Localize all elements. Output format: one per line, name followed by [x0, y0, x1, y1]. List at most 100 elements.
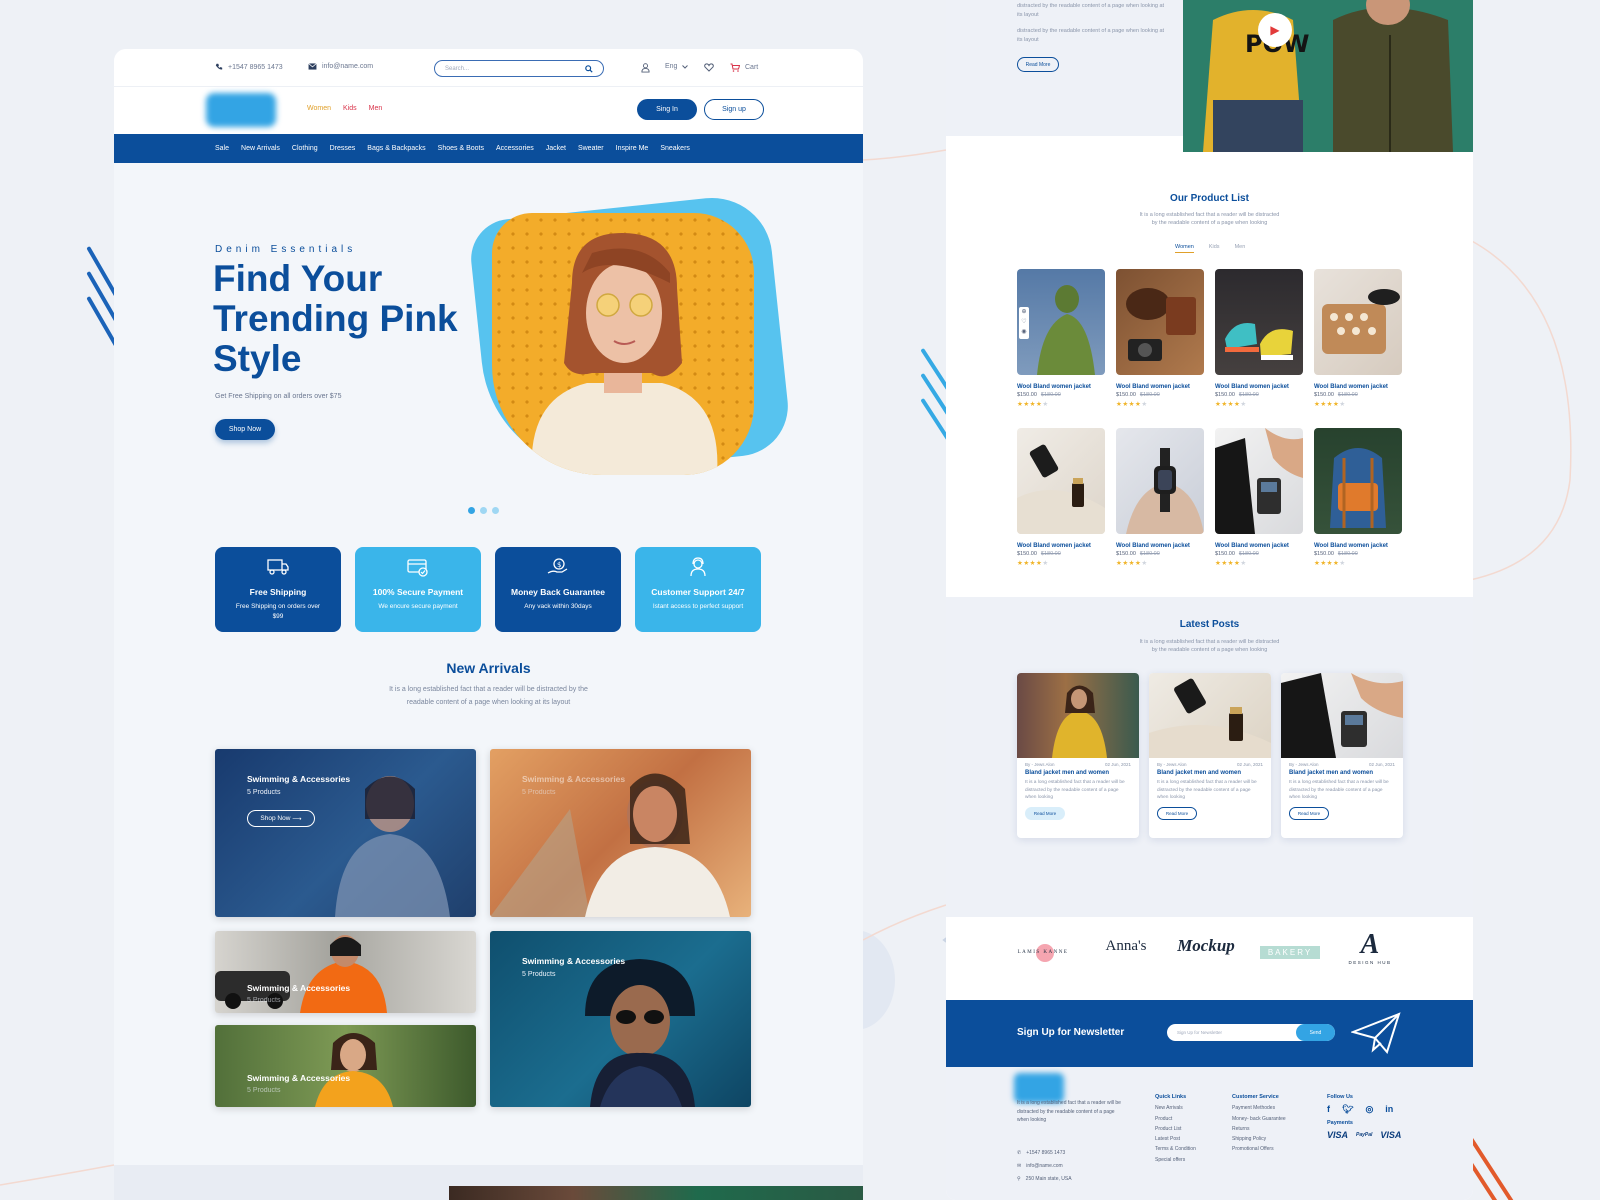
nav-item-jacket[interactable]: Jacket	[546, 145, 566, 152]
brand-logo[interactable]: BAKERY	[1260, 946, 1320, 959]
footer-follow: Follow Us f 🐦︎ ◎ in Payments VISA PayPal…	[1327, 1092, 1401, 1140]
product-card[interactable]: Wool Bland women jacket $150.00 $180.00 ★…	[1116, 428, 1204, 567]
location-icon: ⚲	[1017, 1176, 1021, 1182]
brand-logo[interactable]	[206, 93, 276, 127]
email-contact[interactable]: info@name.com	[308, 63, 373, 70]
brand-logo[interactable]: Mockup	[1173, 936, 1239, 956]
user-icon	[641, 63, 650, 73]
post-read-more-button[interactable]: Read More	[1157, 806, 1197, 820]
footer-link[interactable]: Latest Post	[1155, 1134, 1196, 1144]
post-title[interactable]: Bland jacket men and women	[1017, 767, 1139, 776]
nav-item-shoes[interactable]: Shoes & Boots	[438, 145, 484, 152]
tile-label: Swimming & Accessories	[522, 956, 626, 966]
product-card[interactable]: ⊕ ♡ ◉ Wool Bland women jacket $150.00 $180.…	[1017, 269, 1105, 408]
footer-link[interactable]: Terms & Condition	[1155, 1144, 1196, 1154]
product-card[interactable]: Wool Bland women jacket $150.00 $180.00 ★…	[1215, 269, 1303, 408]
footer-quick-links: Quick Links New Arrivals Product Product…	[1155, 1092, 1196, 1165]
post-read-more-button[interactable]: Read More	[1289, 806, 1329, 820]
post-read-more-button[interactable]: Read More	[1025, 806, 1065, 820]
search-icon[interactable]	[585, 64, 593, 73]
footer-link[interactable]: Product	[1155, 1114, 1196, 1124]
main-navigation: Sale New Arrivals Clothing Dresses Bags …	[114, 134, 863, 163]
phone-icon: ✆	[1017, 1150, 1022, 1156]
category-kids[interactable]: Kids	[343, 105, 357, 112]
footer-link[interactable]: Money- back Guarantee	[1232, 1114, 1286, 1124]
twitter-icon[interactable]: 🐦︎	[1342, 1104, 1353, 1114]
post-title[interactable]: Bland jacket men and women	[1149, 767, 1271, 776]
nav-item-accessories[interactable]: Accessories	[496, 145, 534, 152]
footer-link[interactable]: Payment Methodes	[1232, 1103, 1286, 1113]
product-tabs: Women Kids Men	[1175, 244, 1245, 253]
post-card[interactable]: By - Jews Alon 02 Jun, 2021 Bland jacket …	[1281, 673, 1403, 838]
video-thumbnail[interactable]: POW	[1183, 0, 1473, 152]
post-meta: By - Jews Alon 02 Jun, 2021	[1149, 758, 1271, 767]
cart-button[interactable]: Cart	[730, 63, 758, 72]
signup-button[interactable]: Sign up	[704, 99, 764, 120]
tile-shop-button[interactable]: Shop Now ⟶	[247, 810, 315, 827]
nav-item-sneakers[interactable]: Sneakers	[660, 145, 690, 152]
search-placeholder: Search...	[445, 65, 470, 72]
nav-item-sale[interactable]: Sale	[215, 145, 229, 152]
arrival-tile[interactable]: Swimming & Accessories 5 Products	[215, 1025, 476, 1107]
product-card[interactable]: Wool Bland women jacket $150.00 $180.00 ★…	[1314, 269, 1402, 408]
phone-contact[interactable]: +1547 8965 1473	[215, 63, 283, 71]
arrival-tile[interactable]: Swimming & Accessories 5 Products	[490, 749, 751, 917]
facebook-icon[interactable]: f	[1327, 1104, 1330, 1114]
latest-posts-text: It is a long established fact that a rea…	[1139, 639, 1280, 645]
read-more-button[interactable]: Read More	[1017, 57, 1059, 72]
footer-link[interactable]: Special offers	[1155, 1155, 1196, 1165]
arrival-tile[interactable]: Swimming & Accessories 5 Products	[215, 931, 476, 1013]
brand-logo[interactable]: LAMIS KANNE	[1014, 944, 1072, 962]
language-select[interactable]: Eng	[665, 63, 689, 70]
carousel-dot-2[interactable]	[480, 507, 487, 514]
arrival-tile[interactable]: Swimming & Accessories 5 Products	[490, 931, 751, 1107]
brand-logo[interactable]: Anna's	[1096, 938, 1156, 955]
play-icon[interactable]: ▶	[1258, 13, 1292, 47]
carousel-dot-1[interactable]	[468, 507, 475, 514]
product-card[interactable]: Wool Bland women jacket $150.00 $180.00 ★…	[1314, 428, 1402, 567]
category-men[interactable]: Men	[369, 105, 383, 112]
nav-item-dresses[interactable]: Dresses	[330, 145, 356, 152]
shop-now-button[interactable]: Shop Now	[215, 419, 275, 440]
signin-button[interactable]: Sing In	[637, 99, 697, 120]
linkedin-icon[interactable]: in	[1385, 1104, 1393, 1114]
tile-shop-label: Shop Now	[260, 815, 291, 822]
post-title[interactable]: Bland jacket men and women	[1281, 767, 1403, 776]
nav-item-sweater[interactable]: Sweater	[578, 145, 604, 152]
footer-link[interactable]: Promotional Offers	[1232, 1144, 1286, 1154]
product-rating: ★★★★★	[1215, 560, 1247, 567]
search-input[interactable]: Search...	[434, 60, 604, 77]
nav-item-clothing[interactable]: Clothing	[292, 145, 318, 152]
product-card[interactable]: Wool Bland women jacket $150.00 $180.00 ★…	[1215, 428, 1303, 567]
tab-men[interactable]: Men	[1235, 244, 1246, 253]
visa-logo: VISA	[1380, 1129, 1402, 1140]
category-women[interactable]: Women	[307, 105, 331, 112]
wishlist-button[interactable]	[704, 63, 714, 72]
heart-icon[interactable]: ♡	[1021, 319, 1026, 325]
nav-item-new-arrivals[interactable]: New Arrivals	[241, 145, 280, 152]
tab-kids[interactable]: Kids	[1209, 244, 1220, 253]
feature-text: We encure secure payment	[378, 603, 458, 610]
arrival-tile[interactable]: Swimming & Accessories 5 Products Shop N…	[215, 749, 476, 917]
product-card[interactable]: Wool Bland women jacket $150.00 $180.00 ★…	[1017, 428, 1105, 567]
product-card[interactable]: Wool Bland women jacket $150.00 $180.00 ★…	[1116, 269, 1204, 408]
cart-icon[interactable]: ⊕	[1021, 309, 1026, 315]
footer-link[interactable]: New Arrivals	[1155, 1103, 1196, 1113]
eye-icon[interactable]: ◉	[1021, 329, 1026, 335]
truck-icon	[266, 557, 290, 577]
footer-link[interactable]: Returns	[1232, 1124, 1286, 1134]
tab-women[interactable]: Women	[1175, 244, 1194, 253]
brand-logo[interactable]: A DESIGN HUB	[1346, 930, 1394, 966]
footer-link[interactable]: Shipping Policy	[1232, 1134, 1286, 1144]
footer-link[interactable]: Product List	[1155, 1124, 1196, 1134]
newsletter-send-button[interactable]: Send	[1296, 1024, 1335, 1041]
carousel-dot-3[interactable]	[492, 507, 499, 514]
feature-card: Customer Support 24/7 Istant access to p…	[635, 547, 761, 632]
phone-icon	[215, 63, 223, 71]
account-button[interactable]	[641, 63, 650, 73]
post-card[interactable]: By - Jews Alon 02 Jun, 2021 Bland jacket …	[1017, 673, 1139, 838]
nav-item-inspire-me[interactable]: Inspire Me	[616, 145, 649, 152]
instagram-icon[interactable]: ◎	[1365, 1104, 1373, 1114]
post-card[interactable]: By - Jews Alon 02 Jun, 2021 Bland jacket …	[1149, 673, 1271, 838]
nav-item-bags[interactable]: Bags & Backpacks	[367, 145, 425, 152]
